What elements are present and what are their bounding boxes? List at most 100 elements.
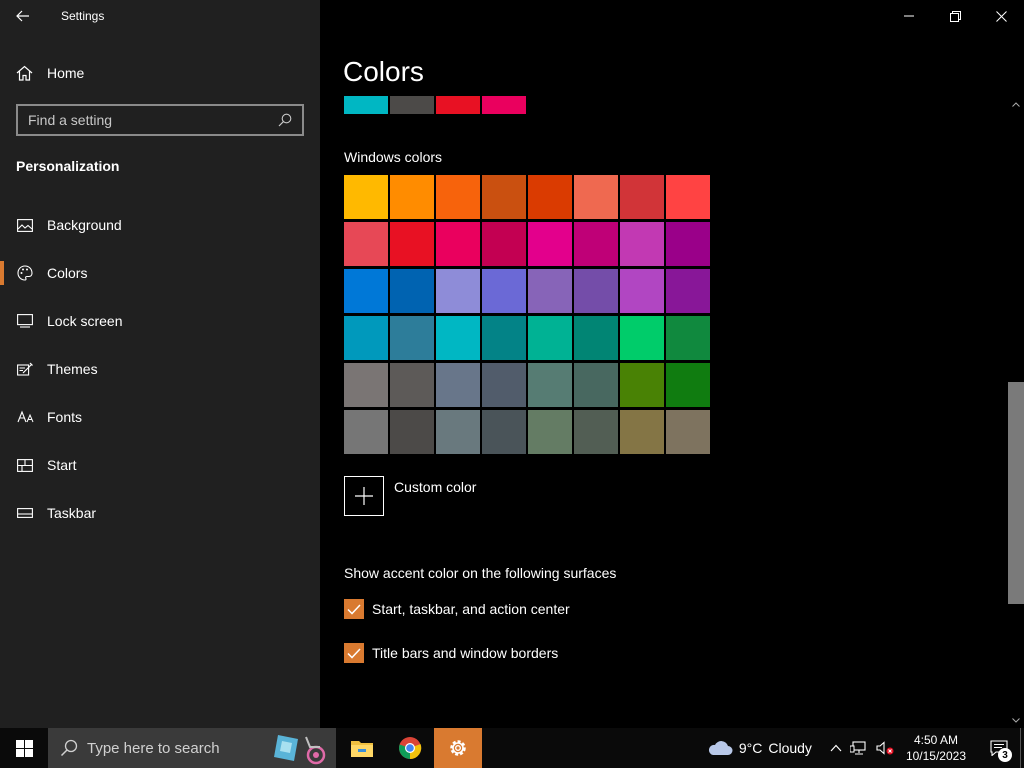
custom-color-label: Custom color [394,479,477,495]
color-swatch[interactable] [666,363,710,407]
restore-icon [949,10,961,22]
back-button[interactable] [0,0,46,32]
sidebar-item-lock-screen[interactable]: Lock screen [0,297,320,345]
color-swatch[interactable] [436,222,480,266]
start-button[interactable] [0,728,48,768]
color-swatch[interactable] [620,269,664,313]
recent-color-swatch[interactable] [436,96,480,114]
color-swatch[interactable] [436,175,480,219]
taskbar-clock[interactable]: 4:50 AM 10/15/2023 [906,732,966,764]
color-swatch[interactable] [620,222,664,266]
color-swatch[interactable] [574,363,618,407]
color-swatch[interactable] [344,222,388,266]
color-swatch[interactable] [482,222,526,266]
checkbox[interactable] [344,599,364,619]
sidebar-item-label: Lock screen [47,313,123,329]
color-swatch[interactable] [574,410,618,454]
sidebar-item-start[interactable]: Start [0,441,320,489]
color-swatch[interactable] [528,175,572,219]
checkbox-title-bars[interactable]: Title bars and window borders [344,643,558,663]
color-swatch[interactable] [436,363,480,407]
close-button[interactable] [978,0,1024,32]
color-swatch[interactable] [436,410,480,454]
color-swatch[interactable] [390,316,434,360]
color-swatch[interactable] [666,410,710,454]
search-input[interactable] [28,112,268,128]
sidebar-item-label: Background [47,217,122,233]
windows-colors-grid [344,175,710,454]
scroll-down-button[interactable] [1008,712,1024,728]
color-swatch[interactable] [528,363,572,407]
sidebar-item-fonts[interactable]: Fonts [0,393,320,441]
color-swatch[interactable] [620,410,664,454]
volume-muted-icon[interactable] [876,741,894,755]
recent-color-swatch[interactable] [390,96,434,114]
color-swatch[interactable] [344,269,388,313]
color-swatch[interactable] [620,175,664,219]
sidebar-item-taskbar[interactable]: Taskbar [0,489,320,537]
color-swatch[interactable] [436,269,480,313]
action-center-button[interactable]: 3 [984,728,1014,768]
home-link[interactable]: Home [16,62,84,84]
color-swatch[interactable] [390,222,434,266]
settings-taskbar-button[interactable] [434,728,482,768]
color-swatch[interactable] [620,316,664,360]
recent-color-swatch[interactable] [482,96,526,114]
color-swatch[interactable] [666,269,710,313]
sidebar-item-background[interactable]: Background [0,201,320,249]
vertical-scrollbar[interactable] [1008,96,1024,728]
sidebar-item-colors[interactable]: Colors [0,249,320,297]
lock-screen-icon [16,312,34,330]
color-swatch[interactable] [528,269,572,313]
color-swatch[interactable] [390,175,434,219]
sidebar-item-label: Taskbar [47,505,97,521]
sidebar-item-label: Themes [47,361,98,377]
sidebar-item-themes[interactable]: Themes [0,345,320,393]
color-swatch[interactable] [666,175,710,219]
restore-button[interactable] [932,0,978,32]
color-swatch[interactable] [344,316,388,360]
file-explorer-taskbar-button[interactable] [338,728,386,768]
chevron-up-icon [1012,101,1020,107]
color-swatch[interactable] [620,363,664,407]
color-swatch[interactable] [574,175,618,219]
color-swatch[interactable] [574,222,618,266]
color-swatch[interactable] [528,222,572,266]
color-swatch[interactable] [390,410,434,454]
color-swatch[interactable] [344,363,388,407]
color-swatch[interactable] [528,316,572,360]
color-swatch[interactable] [344,410,388,454]
color-swatch[interactable] [666,316,710,360]
color-swatch[interactable] [574,269,618,313]
weather-widget[interactable]: 9°C Cloudy [707,740,812,756]
color-swatch[interactable] [436,316,480,360]
show-desktop-button[interactable] [1020,728,1024,768]
network-icon[interactable] [849,741,868,755]
color-swatch[interactable] [482,363,526,407]
color-swatch[interactable] [482,175,526,219]
color-swatch[interactable] [482,269,526,313]
color-swatch[interactable] [390,363,434,407]
checkbox[interactable] [344,643,364,663]
title-bar: Settings [0,0,320,32]
recent-color-swatch[interactable] [344,96,388,114]
scrollbar-thumb[interactable] [1008,382,1024,604]
find-setting-search[interactable] [16,104,304,136]
color-swatch[interactable] [528,410,572,454]
taskbar-search-box[interactable]: Type here to search [48,728,336,768]
color-swatch[interactable] [666,222,710,266]
checkbox-start-taskbar[interactable]: Start, taskbar, and action center [344,599,570,619]
tray-icons [830,741,894,755]
chrome-taskbar-button[interactable] [386,728,434,768]
chevron-up-icon[interactable] [830,744,842,752]
color-swatch[interactable] [482,410,526,454]
color-swatch[interactable] [574,316,618,360]
custom-color-button[interactable]: Custom color [344,476,476,516]
color-swatch[interactable] [344,175,388,219]
scroll-up-button[interactable] [1008,96,1024,112]
color-swatch[interactable] [482,316,526,360]
windows-colors-label: Windows colors [344,149,443,165]
section-title: Personalization [16,158,120,174]
color-swatch[interactable] [390,269,434,313]
minimize-button[interactable] [886,0,932,32]
